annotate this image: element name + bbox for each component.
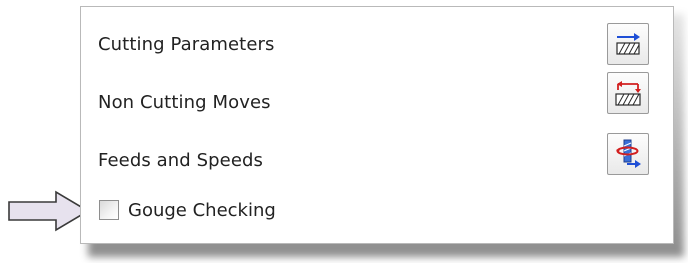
gouge-checking-checkbox[interactable] (99, 200, 119, 220)
feeds-and-speeds-icon (616, 139, 641, 168)
options-panel: Cutting Parameters Non Cutting Moves Fee… (80, 6, 674, 244)
cutting-parameters-button[interactable] (607, 23, 649, 65)
feeds-and-speeds-button[interactable] (607, 133, 649, 175)
non-cutting-moves-label: Non Cutting Moves (98, 91, 271, 113)
non-cutting-moves-icon (615, 81, 641, 106)
feeds-and-speeds-label: Feeds and Speeds (98, 149, 264, 171)
cutting-parameters-icon (616, 33, 640, 55)
cutting-parameters-label: Cutting Parameters (98, 33, 275, 55)
non-cutting-moves-button[interactable] (607, 72, 649, 114)
gouge-checking-option[interactable]: Gouge Checking (99, 193, 276, 227)
gouge-checking-label: Gouge Checking (128, 199, 276, 221)
operation-options-screenshot: Cutting Parameters Non Cutting Moves Fee… (0, 0, 688, 263)
